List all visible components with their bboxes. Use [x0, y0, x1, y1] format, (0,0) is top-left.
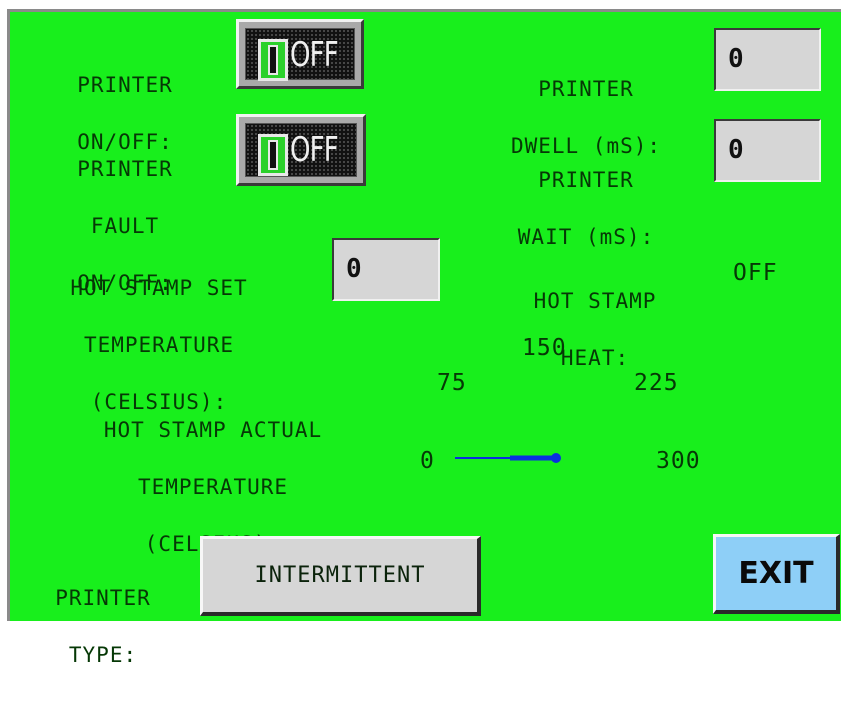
- printer-fault-label-line2: FAULT: [90, 214, 160, 238]
- switch-icon: [258, 39, 288, 81]
- hmi-panel: PRINTER ON/OFF: OFF PRINTER FAULT ON/OFF…: [7, 9, 841, 666]
- printer-onoff-toggle[interactable]: OFF: [236, 19, 364, 89]
- set-temp-label-line2: TEMPERATURE: [83, 333, 235, 357]
- printer-type-label: PRINTER TYPE:: [18, 551, 188, 703]
- printer-fault-label-line1: PRINTER: [77, 157, 173, 181]
- gauge-tick-label: 150: [522, 335, 567, 361]
- printer-onoff-label-line1: PRINTER: [77, 73, 173, 97]
- gauge-needle-pivot: [551, 453, 561, 463]
- set-temp-label-line1: HOT STAMP SET: [70, 276, 248, 300]
- gauge-tick-label: 225: [634, 370, 679, 396]
- gauge-needle: [455, 453, 561, 463]
- printer-dwell-label-line1: PRINTER: [538, 77, 634, 101]
- screen: PRINTER ON/OFF: OFF PRINTER FAULT ON/OFF…: [0, 0, 847, 666]
- printer-type-label-line2: TYPE:: [68, 643, 138, 667]
- gauge-tick-label: 0: [420, 448, 435, 474]
- printer-dwell-input[interactable]: 0: [714, 28, 821, 91]
- actual-temp-label-line2: TEMPERATURE: [137, 475, 289, 499]
- printer-type-label-line1: PRINTER: [55, 586, 151, 610]
- switch-icon: [258, 134, 288, 176]
- actual-temp-label-line1: HOT STAMP ACTUAL: [103, 418, 323, 442]
- printer-fault-toggle[interactable]: OFF: [236, 114, 366, 186]
- printer-wait-input[interactable]: 0: [714, 119, 821, 182]
- heat-label-line1: HOT STAMP: [533, 289, 657, 313]
- printer-wait-label-line1: PRINTER: [538, 168, 634, 192]
- printer-onoff-toggle-state: OFF: [290, 35, 339, 75]
- exit-button[interactable]: EXIT: [713, 534, 840, 614]
- printer-type-button[interactable]: INTERMITTENT: [200, 536, 481, 616]
- printer-fault-toggle-face: OFF: [245, 123, 357, 177]
- printer-fault-toggle-state: OFF: [290, 130, 339, 170]
- gauge-tick-label: 75: [437, 370, 467, 396]
- set-temp-input[interactable]: 0: [332, 238, 440, 301]
- printer-onoff-toggle-face: OFF: [245, 28, 355, 81]
- heat-status-value: OFF: [733, 260, 778, 286]
- gauge-tick-label: 300: [656, 448, 701, 474]
- printer-wait-label-line2: WAIT (mS):: [517, 225, 655, 249]
